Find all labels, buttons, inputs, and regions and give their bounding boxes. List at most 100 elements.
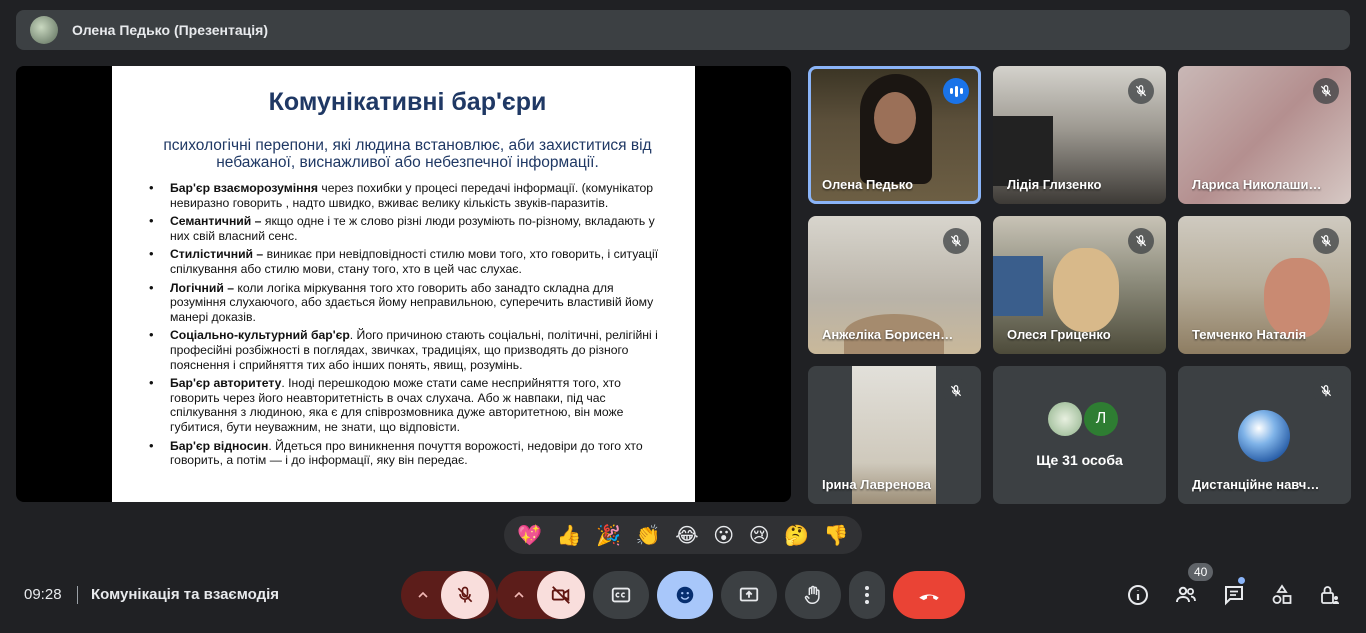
chat-button[interactable] <box>1221 582 1247 608</box>
bullet-text: коли логіка міркування того хто говорить… <box>170 280 654 324</box>
reaction-sparkling-heart[interactable]: 💖 <box>517 523 542 548</box>
meeting-time: 09:28 <box>24 586 62 603</box>
mic-off-icon <box>1313 378 1339 404</box>
participant-name: Анжеліка Борисен… <box>822 327 954 342</box>
reaction-surprised[interactable]: 😮 <box>713 523 734 548</box>
avatar <box>1238 410 1290 462</box>
captions-icon <box>611 587 631 603</box>
meeting-title: Комунікація та взаємодія <box>91 586 280 603</box>
camera-off-icon <box>551 586 570 604</box>
hand-icon <box>804 585 820 604</box>
participant-tile[interactable]: Лариса Николаши… <box>1178 66 1351 204</box>
info-icon <box>1128 585 1148 605</box>
participant-name: Лариса Николаши… <box>1192 177 1322 192</box>
mic-off-icon <box>1313 78 1339 104</box>
mic-off-icon <box>943 228 969 254</box>
more-participants-label: Ще 31 особа <box>1036 452 1123 468</box>
slide-title: Комунікативні бар'єри <box>268 88 547 116</box>
participant-tile[interactable]: Дистанційне навч… <box>1178 366 1351 504</box>
bullet-term: Бар'єр взаєморозуміння <box>170 181 318 195</box>
mic-toggle-button[interactable] <box>441 571 489 619</box>
participant-tile[interactable]: Олена Педько <box>808 66 981 204</box>
camera-toggle-button[interactable] <box>537 571 585 619</box>
participant-name: Темченко Наталія <box>1192 327 1307 342</box>
participant-name: Олеся Гриценко <box>1007 327 1111 342</box>
meet-window: Олена Педько (Презентація) Комунікативні… <box>0 0 1366 633</box>
reaction-thumbs-up[interactable]: 👍 <box>557 523 582 548</box>
slide-bullet: Соціально-культурний бар'єр. Його причин… <box>146 328 669 372</box>
participant-name: Дистанційне навч… <box>1192 477 1320 492</box>
speaking-indicator-icon <box>943 78 969 104</box>
reaction-party-popper[interactable]: 🎉 <box>596 523 621 548</box>
more-vert-icon <box>865 586 869 604</box>
participant-tile[interactable]: Анжеліка Борисен… <box>808 216 981 354</box>
slide-bullet: Семантичний – якщо одне і те ж слово різ… <box>146 214 669 243</box>
activities-button[interactable] <box>1269 582 1295 608</box>
bullet-term: Семантичний – <box>170 214 262 229</box>
reactions-button[interactable] <box>657 571 713 619</box>
emoji-icon <box>676 586 694 604</box>
participant-tile[interactable]: Ірина Лавренова <box>808 366 981 504</box>
bullet-term: Стилістичний – <box>170 247 264 262</box>
present-screen-button[interactable] <box>721 571 777 619</box>
meeting-details-button[interactable] <box>1125 582 1151 608</box>
leave-call-button[interactable] <box>893 571 965 619</box>
mic-off-icon <box>1128 228 1154 254</box>
presentation-stage[interactable]: Комунікативні бар'єри психологічні переп… <box>16 66 791 502</box>
divider <box>77 586 78 604</box>
activities-icon <box>1272 584 1292 604</box>
reaction-thinking[interactable]: 🤔 <box>784 523 809 548</box>
participant-face <box>1264 258 1330 338</box>
participant-name: Лідія Глизенко <box>1007 177 1102 192</box>
captions-button[interactable] <box>593 571 649 619</box>
slide-bullet: Бар'єр авторитету. Іноді перешкодою може… <box>146 376 669 434</box>
reaction-clapping[interactable]: 👏 <box>636 523 661 548</box>
more-participants-avatars: Л <box>1048 402 1118 436</box>
mic-off-icon <box>1128 78 1154 104</box>
slide-subtitle: психологічні перепони, які людина встано… <box>163 137 652 171</box>
hangup-icon <box>919 594 939 601</box>
mic-off-icon <box>1313 228 1339 254</box>
presenter-bar: Олена Педько (Презентація) <box>16 10 1350 50</box>
mic-off-icon <box>457 586 473 603</box>
participant-tile[interactable]: Олеся Гриценко <box>993 216 1166 354</box>
participant-count-badge: 40 <box>1188 563 1214 581</box>
reaction-thumbs-down[interactable]: 👎 <box>824 523 849 548</box>
chevron-up-icon <box>514 591 524 598</box>
people-button[interactable] <box>1173 582 1199 608</box>
chevron-up-icon <box>418 591 428 598</box>
host-controls-button[interactable] <box>1317 582 1343 608</box>
slide-bullet: Бар'єр відносин. Йдеться про виникнення … <box>146 439 669 468</box>
slide: Комунікативні бар'єри психологічні переп… <box>112 66 695 502</box>
slide-bullet: Стилістичний – виникає при невідповіднос… <box>146 247 669 276</box>
slide-bullet-list: Бар'єр взаєморозуміння через похибки у п… <box>146 181 669 468</box>
participant-face <box>874 92 916 144</box>
slide-bullet: Бар'єр взаєморозуміння через похибки у п… <box>146 181 669 210</box>
presenter-avatar <box>30 16 58 44</box>
raise-hand-button[interactable] <box>785 571 841 619</box>
participant-name: Ірина Лавренова <box>822 477 931 492</box>
participant-video <box>993 116 1053 186</box>
more-participants-tile[interactable]: Л Ще 31 особа <box>993 366 1166 504</box>
bullet-term: Логічний – <box>170 280 235 295</box>
present-screen-icon <box>739 587 759 602</box>
presenter-name: Олена Педько (Презентація) <box>72 22 268 38</box>
participant-video <box>993 256 1043 316</box>
participant-name: Олена Педько <box>822 177 914 192</box>
participant-tile[interactable]: Темченко Наталія <box>1178 216 1351 354</box>
reaction-laughing[interactable]: 😂 <box>675 523 698 548</box>
bullet-term: Бар'єр авторитету <box>170 376 282 391</box>
slide-bullet: Логічний – коли логіка міркування того х… <box>146 281 669 325</box>
reaction-crying[interactable]: 😢 <box>749 523 770 548</box>
participant-tile[interactable]: Лідія Глизенко <box>993 66 1166 204</box>
participant-face <box>1053 248 1119 332</box>
bullet-term: Бар'єр відносин <box>170 438 269 453</box>
mic-off-icon <box>943 378 969 404</box>
lock-person-icon <box>1321 586 1339 604</box>
more-options-button[interactable] <box>849 571 885 619</box>
avatar: Л <box>1084 402 1118 436</box>
people-icon <box>1176 586 1196 603</box>
chat-icon <box>1225 586 1243 606</box>
reactions-bar: 💖 👍 🎉 👏 😂 😮 😢 🤔 👎 <box>504 516 862 554</box>
bullet-term: Соціально-культурний бар'єр <box>170 328 350 343</box>
